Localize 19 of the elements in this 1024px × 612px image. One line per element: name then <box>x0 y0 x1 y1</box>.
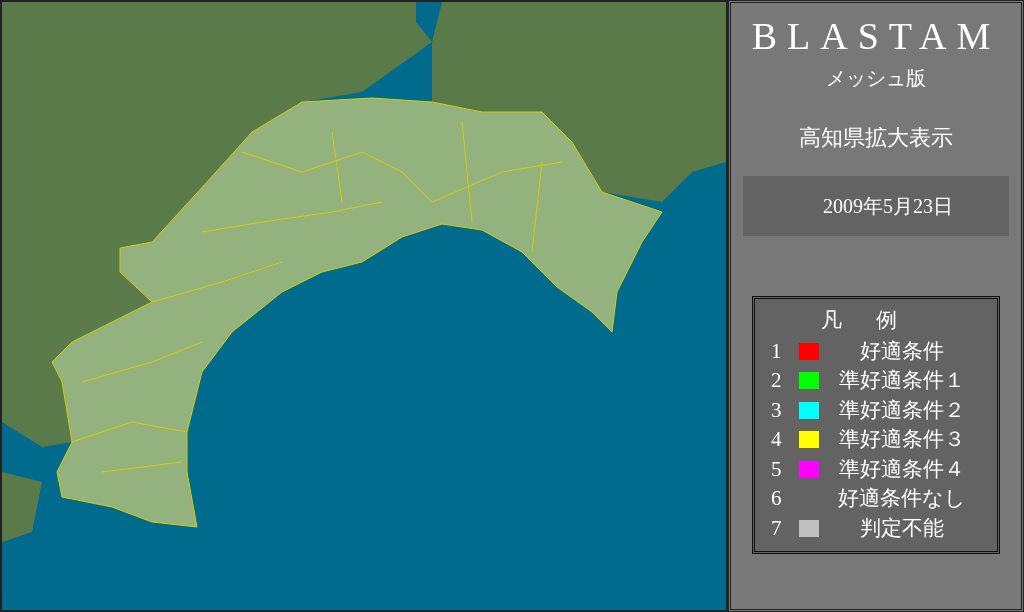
legend-number: 4 <box>771 426 783 453</box>
legend-number: 7 <box>771 514 783 542</box>
legend-label: 準好適条件１ <box>839 368 965 392</box>
app-title: BLASTAM <box>751 17 1001 55</box>
legend-number: 3 <box>771 396 783 424</box>
date-text: 2009年5月23日 <box>823 194 953 219</box>
app-subtitle: メッシュ版 <box>826 66 926 91</box>
legend-label: 好適条件なし <box>838 486 966 510</box>
legend-label: 準好適条件４ <box>839 456 965 481</box>
legend-label: 準好適条件２ <box>839 397 965 422</box>
legend-heading: 凡例 <box>821 308 931 332</box>
legend-number: 6 <box>771 485 783 512</box>
legend-label: 判定不能 <box>860 515 944 540</box>
legend-number: 2 <box>771 367 783 394</box>
view-label: 高知県拡大表示 <box>799 124 953 152</box>
legend-label: 準好適条件３ <box>839 427 965 451</box>
legend-label: 好適条件 <box>860 338 944 363</box>
legend-number: 5 <box>771 455 783 483</box>
legend-number: 1 <box>771 337 783 365</box>
